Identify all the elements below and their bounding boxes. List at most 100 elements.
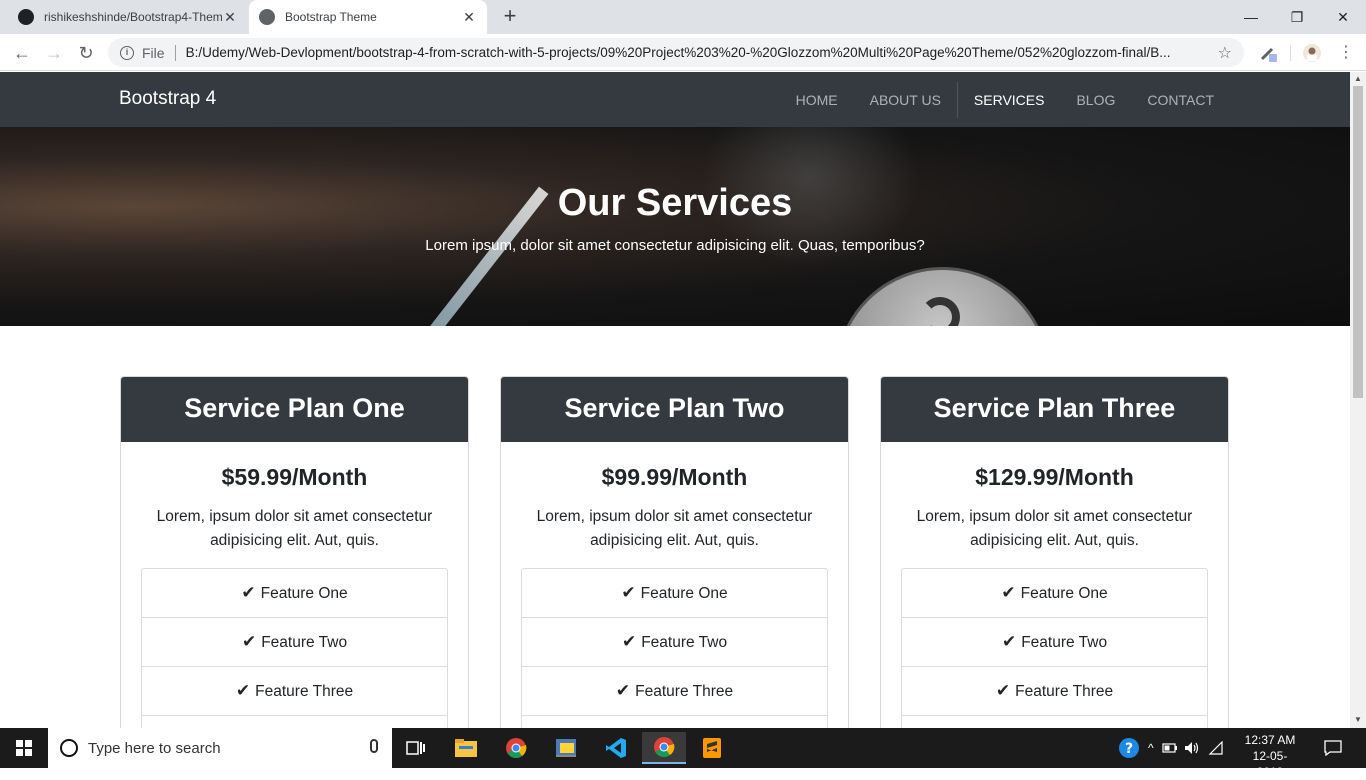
new-tab-button[interactable]: + <box>498 5 522 29</box>
start-button[interactable] <box>0 728 48 768</box>
nav-link-about[interactable]: ABOUT US <box>854 82 957 118</box>
cortana-icon <box>60 739 78 757</box>
volume-icon[interactable] <box>1184 741 1200 755</box>
check-icon: ✔ <box>235 681 251 700</box>
feature-label: Feature Two <box>641 634 728 651</box>
list-item: ✔ Feature Three <box>902 667 1207 716</box>
chrome-app[interactable] <box>496 732 536 764</box>
card-title: Service Plan Three <box>881 377 1228 442</box>
list-item <box>142 716 447 728</box>
microphone-icon[interactable] <box>370 739 378 753</box>
back-button[interactable]: ← <box>10 41 34 65</box>
plan-description: Lorem, ipsum dolor sit amet consectetur … <box>916 508 1193 549</box>
check-icon: ✔ <box>621 583 636 602</box>
list-item: ✔ Feature Two <box>142 618 447 667</box>
github-icon <box>18 9 34 25</box>
sublime-text-app[interactable] <box>692 732 732 764</box>
plan-price: $59.99/Month <box>221 464 368 490</box>
nav-link-services[interactable]: SERVICES <box>956 81 1061 118</box>
chrome-icon <box>506 738 527 758</box>
list-item: ✔ Feature Three <box>142 667 447 716</box>
feature-label: Feature One <box>1020 585 1108 602</box>
tab-label: Bootstrap Theme <box>285 10 377 24</box>
plan-description: Lorem, ipsum dolor sit amet consectetur … <box>536 508 813 549</box>
wifi-icon[interactable] <box>1208 741 1224 755</box>
feature-label: Feature Two <box>261 634 348 651</box>
extension-icon[interactable] <box>1258 43 1278 63</box>
check-icon: ✔ <box>621 632 637 651</box>
python-app[interactable] <box>546 732 586 764</box>
info-icon[interactable]: i <box>120 45 134 60</box>
scrollbar-thumb[interactable] <box>1353 86 1363 398</box>
battery-icon[interactable] <box>1162 742 1178 754</box>
brand-logo[interactable]: Bootstrap 4 <box>119 88 216 110</box>
url-text[interactable]: B:/Udemy/Web-Devlopment/bootstrap-4-from… <box>186 45 1212 60</box>
check-icon: ✔ <box>1001 632 1017 651</box>
menu-kebab-icon[interactable]: ⋮ <box>1338 42 1354 62</box>
tab-label: rishikeshshinde/Bootstrap4-Them <box>44 10 222 24</box>
task-view-icon <box>406 741 425 755</box>
scroll-down-icon[interactable]: ▼ <box>1354 715 1362 724</box>
profile-avatar[interactable] <box>1302 43 1322 63</box>
scroll-up-icon[interactable]: ▲ <box>1354 74 1362 83</box>
clock-date: 12-05-2019 <box>1252 749 1288 779</box>
feature-list: ✔ Feature One ✔ Feature Two ✔ Feature Three <box>521 568 828 728</box>
forward-button[interactable]: → <box>42 41 66 65</box>
list-item <box>522 716 827 728</box>
feature-label: Feature Three <box>255 683 354 700</box>
plan-description: Lorem, ipsum dolor sit amet consectetur … <box>156 508 433 549</box>
service-plan-card: Service Plan One $59.99/Month Lorem, ips… <box>120 376 469 728</box>
help-icon[interactable]: ? <box>1118 737 1140 759</box>
nav-link-blog[interactable]: BLOG <box>1060 82 1131 118</box>
globe-icon <box>259 9 275 25</box>
chrome-app-active[interactable] <box>642 732 686 764</box>
list-item: ✔ Feature One <box>142 569 447 618</box>
file-explorer-app[interactable] <box>446 732 486 764</box>
svg-text:?: ? <box>1125 741 1133 757</box>
check-icon: ✔ <box>995 681 1011 700</box>
hero-subtitle: Lorem ipsum, dolor sit amet consectetur … <box>425 237 925 254</box>
service-plan-card: Service Plan Two $99.99/Month Lorem, ips… <box>500 376 849 728</box>
feature-label: Feature Three <box>635 683 734 700</box>
minimize-button[interactable]: — <box>1228 0 1274 34</box>
python-icon <box>556 739 576 757</box>
check-icon: ✔ <box>1001 583 1016 602</box>
vscode-app[interactable] <box>596 732 636 764</box>
restore-button[interactable]: ❐ <box>1274 0 1320 34</box>
taskbar-clock[interactable]: 12:37 AM 12-05-2019 <box>1240 732 1300 780</box>
nav-link-contact[interactable]: CONTACT <box>1131 82 1230 118</box>
search-placeholder: Type here to search <box>88 739 221 757</box>
reload-button[interactable]: ↻ <box>74 41 98 65</box>
notification-icon[interactable] <box>1324 740 1342 756</box>
bookmark-star-icon[interactable]: ☆ <box>1218 43 1232 63</box>
tab-bootstrap-theme[interactable]: Bootstrap Theme ✕ <box>249 0 487 34</box>
service-plan-card: Service Plan Three $129.99/Month Lorem, … <box>880 376 1229 728</box>
check-icon: ✔ <box>241 632 257 651</box>
tab-github[interactable]: rishikeshshinde/Bootstrap4-Them ✕ <box>8 0 248 34</box>
chrome-icon <box>654 737 675 757</box>
card-title: Service Plan Two <box>501 377 848 442</box>
page-scrollbar[interactable]: ▲ ▼ <box>1350 72 1366 728</box>
list-item: ✔ Feature Two <box>902 618 1207 667</box>
feature-list: ✔ Feature One ✔ Feature Two ✔ Feature Three <box>901 568 1208 728</box>
close-window-button[interactable]: ✕ <box>1320 0 1366 34</box>
chevron-up-icon[interactable]: ^ <box>1148 741 1154 755</box>
clock-time: 12:37 AM <box>1244 733 1296 747</box>
feature-list: ✔ Feature One ✔ Feature Two ✔ Feature Three <box>141 568 448 728</box>
task-view-button[interactable] <box>396 732 436 764</box>
divider <box>1290 45 1291 61</box>
browser-tabstrip: rishikeshshinde/Bootstrap4-Them ✕ Bootst… <box>0 0 1366 34</box>
feature-label: Feature One <box>260 585 348 602</box>
nav-link-home[interactable]: HOME <box>780 82 854 118</box>
close-icon[interactable]: ✕ <box>222 9 238 26</box>
card-title: Service Plan One <box>121 377 468 442</box>
site-navbar: Bootstrap 4 HOME ABOUT US SERVICES BLOG … <box>0 72 1350 127</box>
scheme-label: File <box>142 44 165 61</box>
close-icon[interactable]: ✕ <box>461 9 477 26</box>
check-icon: ✔ <box>241 583 256 602</box>
check-icon: ✔ <box>615 681 631 700</box>
nav-links: HOME ABOUT US SERVICES BLOG CONTACT <box>780 72 1230 127</box>
taskbar-search[interactable]: Type here to search <box>48 728 392 768</box>
list-item: ✔ Feature Three <box>522 667 827 716</box>
address-bar[interactable]: i File B:/Udemy/Web-Devlopment/bootstrap… <box>108 38 1244 67</box>
